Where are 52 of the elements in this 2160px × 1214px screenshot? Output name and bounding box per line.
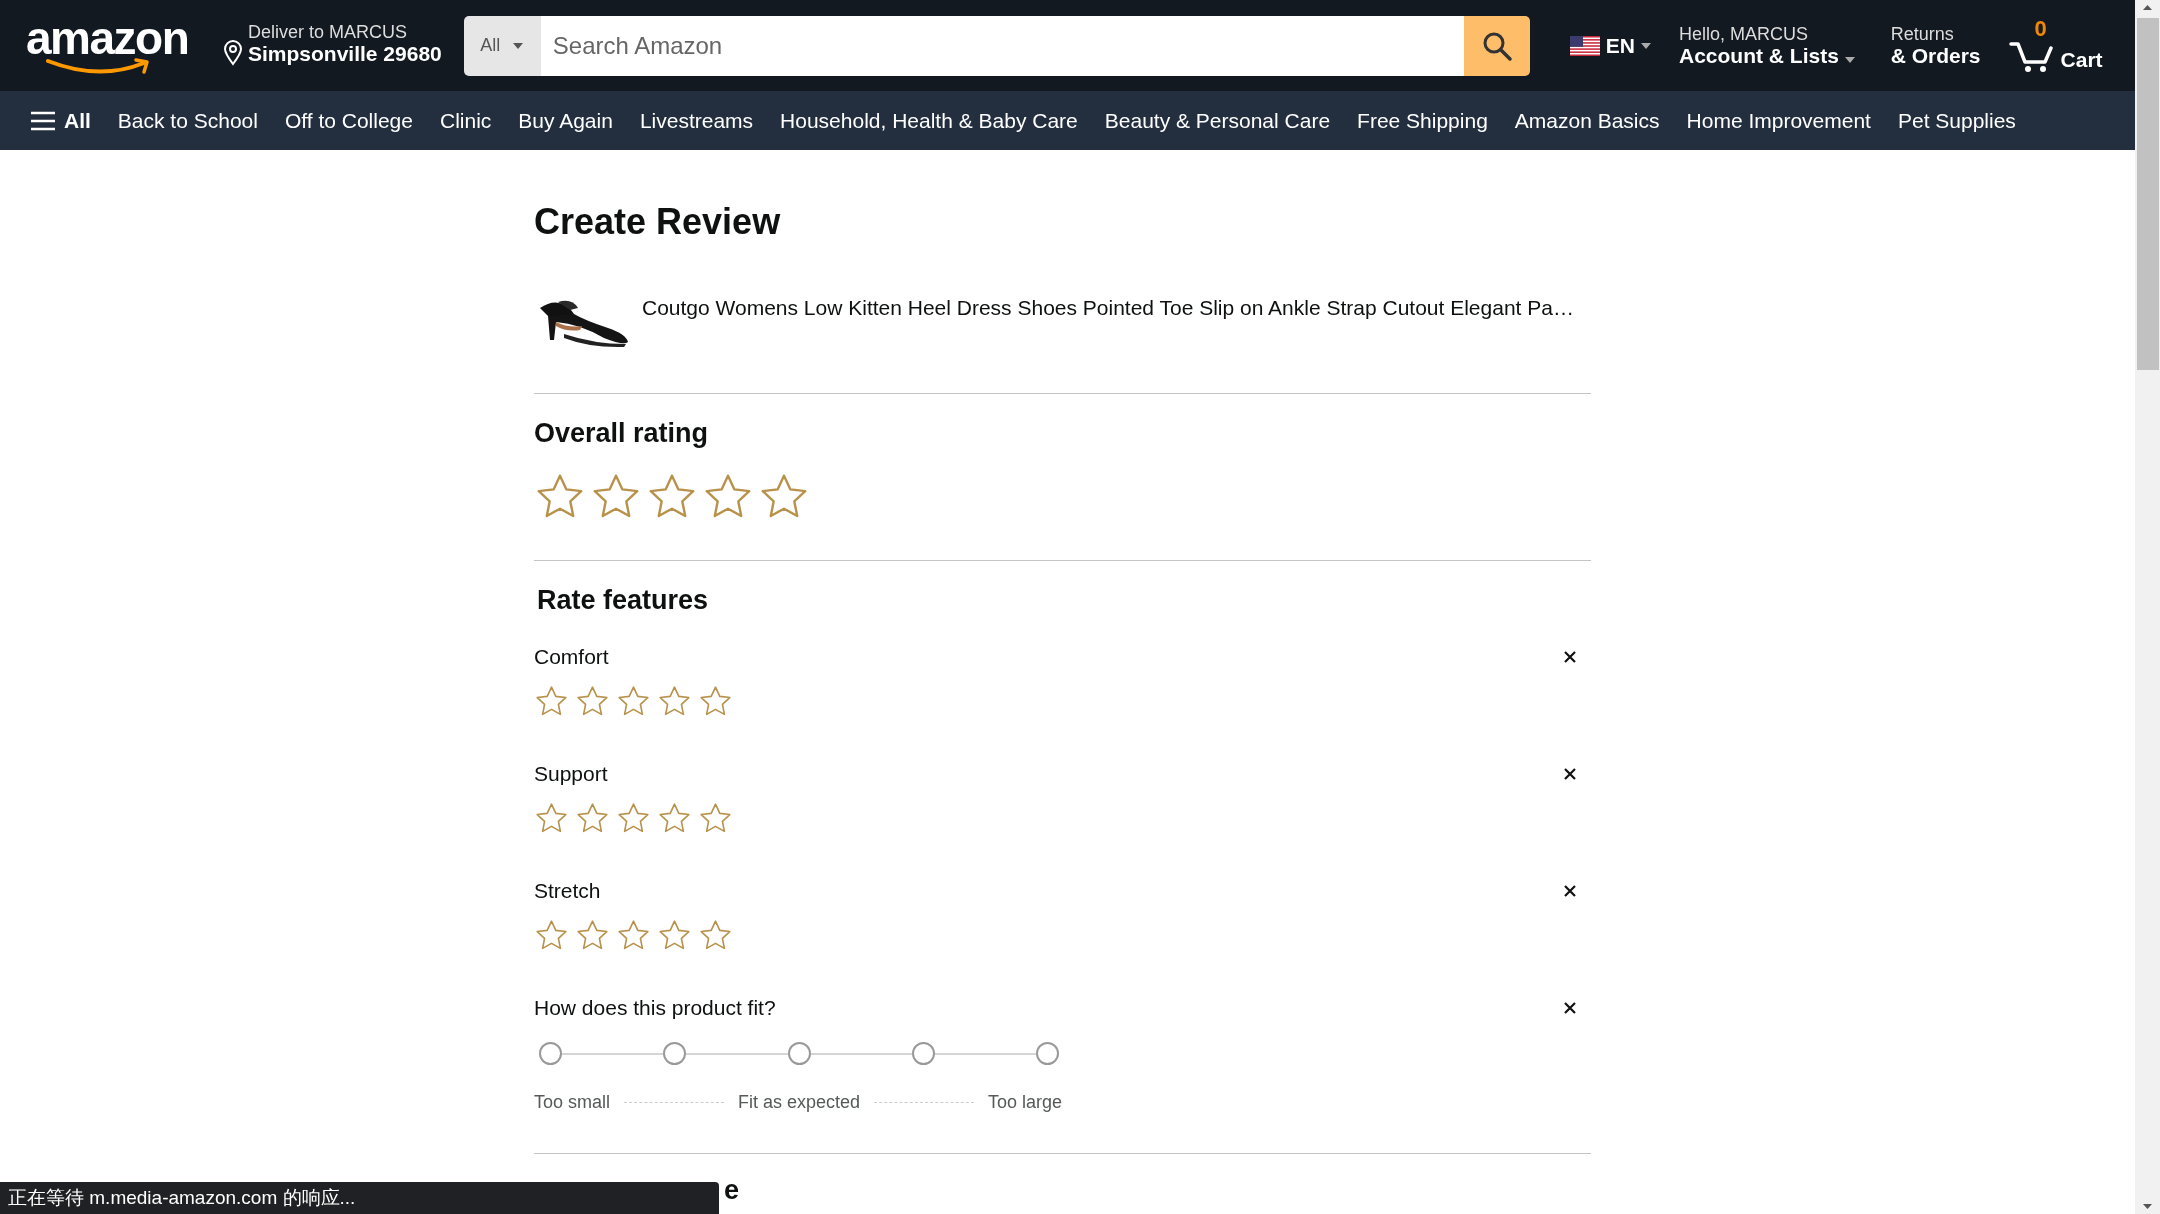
page-title: Create Review xyxy=(534,200,782,244)
menu-icon xyxy=(30,110,56,131)
all-menu-button[interactable]: All xyxy=(30,108,91,133)
section-heading: e xyxy=(723,1174,741,1206)
delivery-location-link[interactable]: Simpsonville 29680 xyxy=(248,41,442,66)
fit-radio-button[interactable] xyxy=(1036,1042,1059,1065)
location-pin-icon xyxy=(222,39,244,66)
fit-scale-label: Fit as expected xyxy=(737,1091,860,1113)
nav-link[interactable]: Home Improvement xyxy=(1686,108,1871,133)
returns-orders-link[interactable]: Returns & Orders xyxy=(1890,23,1981,68)
nav-link[interactable]: Back to School xyxy=(117,108,258,133)
close-icon[interactable] xyxy=(1563,1001,1577,1015)
nav-link[interactable]: Buy Again xyxy=(518,108,613,133)
nav-link[interactable]: Livestreams xyxy=(639,108,754,133)
feature-label: Stretch xyxy=(534,878,601,904)
language-selector[interactable]: EN xyxy=(1569,33,1651,58)
fit-scale-label: Too small xyxy=(534,1091,611,1113)
caret-icon xyxy=(1844,56,1855,63)
close-icon[interactable] xyxy=(1563,884,1577,898)
fit-radio-button[interactable] xyxy=(911,1042,935,1065)
cart-button[interactable]: 0 Cart xyxy=(2008,17,2103,74)
account-menu[interactable]: Hello, MARCUS Account & Lists xyxy=(1678,23,1855,68)
cart-count: 0 xyxy=(2034,15,2047,42)
nav-link[interactable]: Pet Supplies xyxy=(1897,108,2016,133)
fit-radio-button[interactable] xyxy=(539,1042,562,1065)
close-icon[interactable] xyxy=(1563,650,1577,664)
caret-icon xyxy=(1640,42,1651,49)
amazon-logo[interactable]: amazon xyxy=(26,12,194,79)
fit-radio-button[interactable] xyxy=(787,1042,811,1065)
category-dropdown[interactable]: All xyxy=(463,15,541,76)
feature-label: Support xyxy=(534,761,608,787)
fit-scale-label: Too large xyxy=(987,1091,1062,1113)
flag-icon xyxy=(1569,35,1600,56)
nav-link[interactable]: Amazon Basics xyxy=(1514,108,1660,133)
nav-link[interactable]: Beauty & Personal Care xyxy=(1104,108,1331,133)
status-bar: 正在等待 m.media-amazon.com 的响应... xyxy=(0,1182,719,1214)
search-field[interactable]: Search Amazon xyxy=(540,15,1464,76)
scrollbar[interactable] xyxy=(2135,0,2160,1214)
nav-link[interactable]: Free Shipping xyxy=(1357,108,1488,133)
feature-label: Comfort xyxy=(534,644,609,670)
search-button[interactable] xyxy=(1463,15,1530,76)
deliver-to-label: Deliver to MARCUS xyxy=(248,21,409,42)
close-icon[interactable] xyxy=(1563,767,1577,781)
fit-question: How does this product fit? xyxy=(534,995,776,1021)
nav-link[interactable]: Off to College xyxy=(284,108,413,133)
nav-link[interactable]: Household, Health & Baby Care xyxy=(780,108,1078,133)
product-title[interactable]: Coutgo Womens Low Kitten Heel Dress Shoes Pointed Toe Slip on Ankle Strap Cutout Elegant Pa… xyxy=(642,296,1574,320)
fit-radio-button[interactable] xyxy=(663,1042,687,1065)
section-heading: Overall rating xyxy=(534,417,710,449)
caret-icon xyxy=(512,41,525,50)
nav-link[interactable]: Clinic xyxy=(439,108,492,133)
section-heading: Rate features xyxy=(536,584,710,616)
